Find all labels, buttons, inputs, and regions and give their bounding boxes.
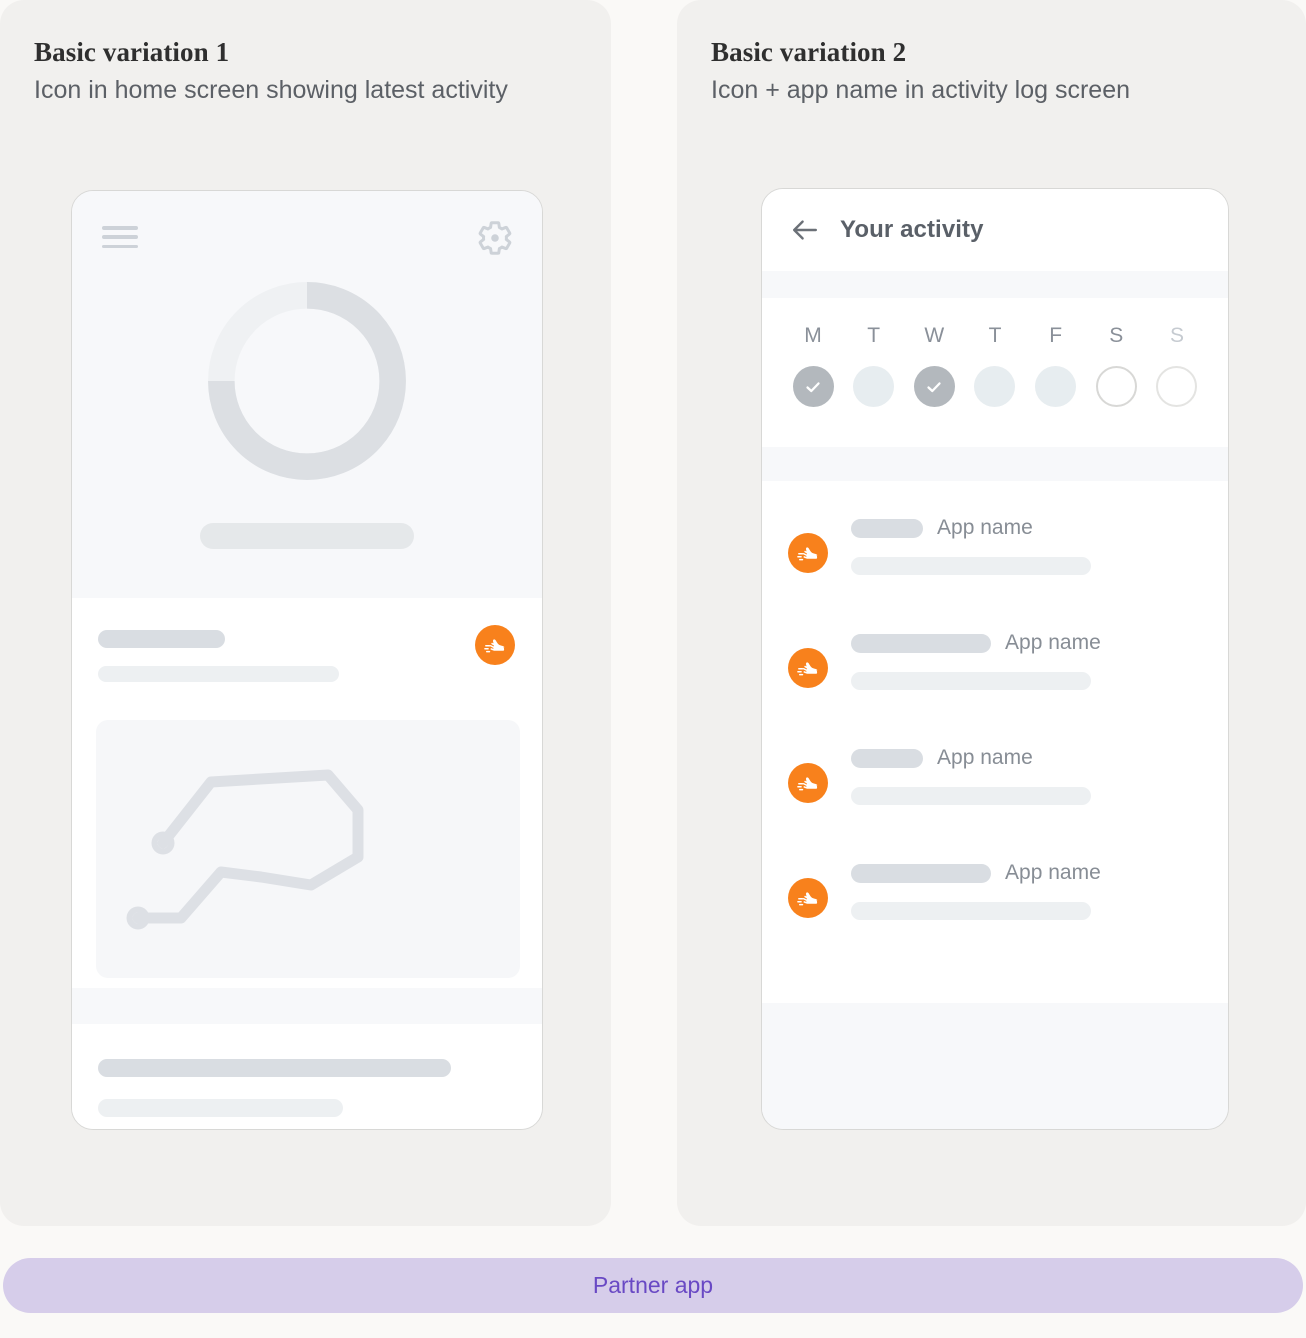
weekday-saturday[interactable]: S — [1093, 324, 1139, 407]
weekday-label: W — [924, 324, 945, 347]
header-divider — [762, 271, 1229, 298]
activity-subtitle-placeholder — [851, 902, 1092, 920]
variation-panels: Basic variation 1 Icon in home screen sh… — [0, 0, 1306, 1226]
activity-title-placeholder — [851, 518, 924, 538]
weekday-label: T — [867, 324, 881, 347]
activity-title-placeholder — [851, 863, 992, 883]
tracker-divider — [762, 447, 1229, 481]
weekday-sunday[interactable]: S — [1154, 324, 1200, 407]
weekday-row: M T W T F S S — [790, 324, 1200, 407]
running-shoe-icon — [797, 777, 818, 791]
weekday-label: F — [1049, 324, 1063, 347]
weekday-label: T — [988, 324, 1002, 347]
route-map-card[interactable] — [96, 720, 520, 978]
list-item-body: App name — [851, 503, 1228, 575]
weekday-status-dot — [1095, 366, 1137, 407]
app-name-label: App name — [1005, 631, 1101, 654]
page-title: Your activity — [840, 216, 984, 243]
weekday-status-dot — [1035, 366, 1077, 407]
list-item[interactable]: App name — [762, 733, 1228, 848]
check-icon — [927, 381, 941, 392]
panel-basic-variation-1: Basic variation 1 Icon in home screen sh… — [0, 0, 612, 1226]
weekday-status-dot — [792, 366, 834, 407]
route-path-icon — [126, 769, 364, 930]
app-name-label: App name — [937, 516, 1033, 539]
footer-subtitle-placeholder — [98, 1099, 343, 1117]
activity-subtitle-placeholder — [851, 672, 1092, 690]
hero-placeholder-bar — [200, 523, 414, 549]
running-shoe-icon — [797, 547, 818, 561]
gear-icon[interactable] — [476, 219, 514, 257]
hamburger-menu-icon[interactable] — [102, 226, 138, 248]
partner-app-badge[interactable] — [475, 625, 515, 665]
list-item-primary-line: App name — [851, 861, 1228, 885]
activity-subtitle-placeholder — [851, 787, 1092, 805]
activity-title-placeholder — [851, 633, 992, 653]
weekday-status-dot — [913, 366, 955, 407]
running-shoe-icon — [484, 639, 505, 653]
app-name-label: App name — [1005, 861, 1101, 884]
phone-mockup-home-screen — [71, 190, 543, 1130]
weekday-monday[interactable]: M — [790, 324, 836, 407]
list-item[interactable]: App name — [762, 503, 1228, 618]
weekday-status-dot — [853, 366, 895, 407]
panel-2-header: Basic variation 2 Icon + app name in act… — [677, 0, 1306, 108]
check-icon — [806, 381, 820, 392]
weekday-tuesday[interactable]: T — [851, 324, 897, 407]
activity-list: App name App name App name App name — [762, 481, 1229, 1003]
home-screen-footer-block — [72, 1024, 542, 1129]
weekday-thursday[interactable]: T — [972, 324, 1018, 407]
list-item-body: App name — [851, 618, 1228, 690]
activity-summary-row — [72, 598, 542, 682]
list-item-primary-line: App name — [851, 746, 1228, 770]
back-arrow-icon[interactable] — [790, 218, 820, 242]
phone-mockup-activity-log: Your activity M T W T F S S App name App… — [761, 188, 1230, 1130]
weekday-label: M — [804, 324, 822, 347]
partner-app-footer-bar: Partner app — [3, 1258, 1303, 1313]
weekday-status-dot — [1156, 366, 1198, 407]
activity-title-placeholder — [98, 630, 225, 648]
list-item-body: App name — [851, 848, 1228, 920]
panel-1-title: Basic variation 1 — [34, 37, 230, 67]
running-shoe-icon — [797, 892, 818, 906]
list-item-primary-line: App name — [851, 631, 1228, 655]
partner-app-badge[interactable] — [788, 763, 829, 803]
list-item-primary-line: App name — [851, 516, 1228, 540]
list-item-body: App name — [851, 733, 1228, 805]
weekday-label: S — [1169, 324, 1184, 347]
home-screen-hero — [72, 191, 542, 598]
panel-1-header: Basic variation 1 Icon in home screen sh… — [0, 0, 611, 108]
weekday-tracker: M T W T F S S — [762, 298, 1229, 447]
panel-2-subtitle: Icon + app name in activity log screen — [711, 75, 1130, 104]
activity-log-header: Your activity — [762, 189, 1229, 271]
partner-app-label: Partner app — [592, 1272, 714, 1298]
activity-title-placeholder — [851, 748, 924, 768]
list-item[interactable]: App name — [762, 848, 1228, 963]
home-screen-section-divider — [72, 988, 542, 1024]
activity-progress-ring — [205, 279, 409, 483]
list-item[interactable]: App name — [762, 618, 1228, 733]
panel-basic-variation-2: Basic variation 2 Icon + app name in act… — [677, 0, 1306, 1226]
panel-2-title: Basic variation 2 — [711, 37, 907, 67]
weekday-label: S — [1109, 324, 1124, 347]
activity-subtitle-placeholder — [98, 666, 339, 682]
footer-title-placeholder — [98, 1059, 451, 1077]
app-name-label: App name — [937, 746, 1033, 769]
weekday-friday[interactable]: F — [1033, 324, 1079, 407]
partner-app-badge[interactable] — [788, 878, 829, 918]
partner-app-badge[interactable] — [788, 648, 829, 688]
latest-activity-card — [72, 598, 542, 988]
activity-subtitle-placeholder — [851, 557, 1092, 575]
activity-log-footer-space — [762, 1003, 1229, 1129]
partner-app-badge[interactable] — [788, 533, 829, 573]
weekday-status-dot — [974, 366, 1016, 407]
weekday-wednesday[interactable]: W — [911, 324, 957, 407]
running-shoe-icon — [797, 662, 818, 676]
panel-1-subtitle: Icon in home screen showing latest activ… — [34, 75, 508, 104]
